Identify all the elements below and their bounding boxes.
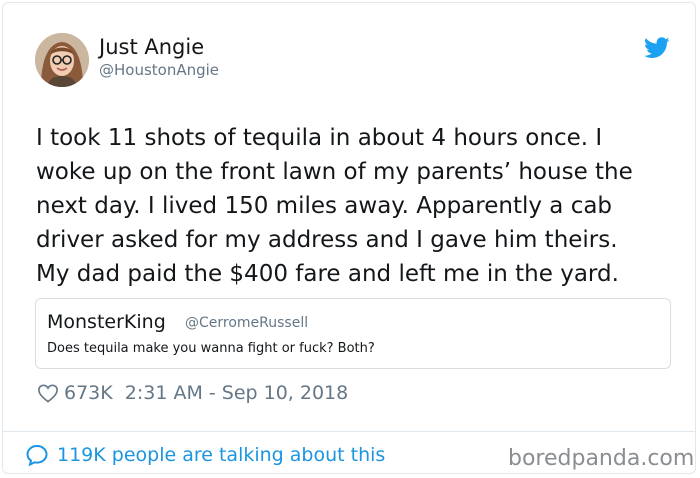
- author-name[interactable]: Just Angie: [99, 35, 204, 59]
- talking-count: 119K people are talking about this: [57, 444, 386, 466]
- divider: [3, 431, 695, 432]
- quoted-text: Does tequila make you wanna fight or fuc…: [47, 341, 375, 356]
- conversation-link[interactable]: 119K people are talking about this: [25, 443, 385, 467]
- tweet-line: woke up on the front lawn of my parents’…: [36, 159, 633, 185]
- quoted-author-name: MonsterKing: [47, 311, 166, 333]
- tweet-line: I took 11 shots of tequila in about 4 ho…: [36, 125, 603, 151]
- tweet-line: driver asked for my address and I gave h…: [36, 227, 618, 253]
- tweet-line: next day. I lived 150 miles away. Appare…: [36, 193, 613, 219]
- source-credit: boredpanda.com: [508, 446, 695, 471]
- tweet-meta: 673K 2:31 AM - Sep 10, 2018: [37, 380, 348, 406]
- tweet-card: Just Angie @HoustonAngie I took 11 shots…: [2, 2, 696, 474]
- avatar[interactable]: [35, 33, 89, 87]
- quoted-tweet[interactable]: MonsterKing @CerromeRussell Does tequila…: [35, 298, 671, 369]
- heart-icon[interactable]: [37, 383, 59, 403]
- timestamp[interactable]: 2:31 AM - Sep 10, 2018: [125, 382, 349, 404]
- tweet-text: I took 11 shots of tequila in about 4 ho…: [36, 121, 676, 291]
- like-count[interactable]: 673K: [64, 382, 113, 404]
- quoted-author-handle: @CerromeRussell: [185, 315, 309, 331]
- author-handle[interactable]: @HoustonAngie: [99, 61, 219, 79]
- speech-bubble-icon: [26, 444, 48, 467]
- twitter-bird-icon[interactable]: [644, 37, 670, 59]
- tweet-line: My dad paid the $400 fare and left me in…: [36, 261, 619, 287]
